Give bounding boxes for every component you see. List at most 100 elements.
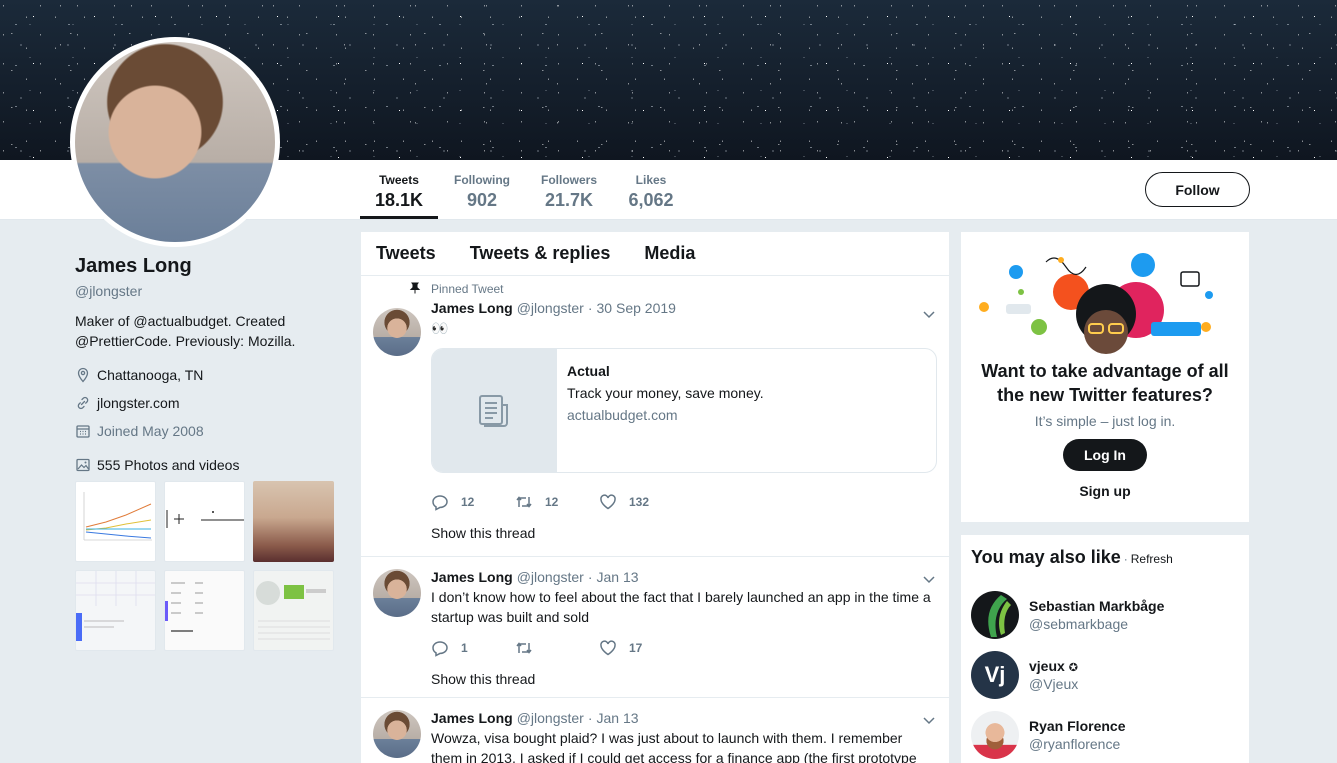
like-button[interactable]: 132 [599, 493, 683, 511]
suggested-user[interactable]: Sebastian Markbåge @sebmarkbage [971, 586, 1239, 644]
separator-dot: · [587, 300, 593, 316]
reply-icon [431, 493, 449, 511]
stat-value: 902 [466, 190, 498, 210]
tweet-author-handle[interactable]: @jlongster [517, 569, 584, 585]
tab-tweets-replies[interactable]: Tweets & replies [470, 243, 611, 264]
tab-tweets[interactable]: Tweets [376, 243, 436, 264]
suggested-user[interactable]: Vj vjeux ✪ @Vjeux [971, 646, 1239, 704]
user-handle[interactable]: @ryanflorence [1029, 736, 1125, 752]
retweet-count: 12 [545, 495, 559, 509]
wtf-title: You may also like [971, 547, 1121, 567]
tweet[interactable]: Pinned Tweet James Long @jlongster · 30 … [361, 276, 949, 557]
avatar-image [75, 42, 275, 242]
tweet-author-handle[interactable]: @jlongster [517, 710, 584, 726]
tweet-date[interactable]: 30 Sep 2019 [597, 300, 676, 316]
tweet-actions: 12 12 132 [431, 487, 937, 517]
profile-name[interactable]: James Long [75, 255, 345, 278]
media-thumbnail[interactable] [253, 570, 334, 651]
user-handle[interactable]: @sebmarkbage [1029, 616, 1164, 632]
profile-website[interactable]: jlongster.com [75, 393, 345, 413]
avatar-initials: Vj [984, 662, 1006, 687]
like-button[interactable]: 17 [599, 639, 683, 657]
promo-title: Want to take advantage of all the new Tw… [981, 361, 1229, 405]
tweet-author-handle[interactable]: @jlongster [517, 300, 584, 316]
media-thumbnail[interactable] [253, 481, 334, 562]
joined-text: Joined May 2008 [97, 423, 204, 439]
user-avatar[interactable] [971, 711, 1019, 759]
who-to-follow: You may also like · Refresh Sebastian Ma… [961, 535, 1249, 763]
card-description: Track your money, save money. [567, 385, 764, 401]
media-grid [75, 481, 345, 651]
login-button[interactable]: Log In [1063, 439, 1147, 471]
user-name-text: vjeux [1029, 658, 1065, 674]
stat-tweets[interactable]: Tweets 18.1K [360, 160, 438, 219]
retweet-icon [515, 639, 533, 657]
link-card[interactable]: Actual Track your money, save money. act… [431, 348, 937, 473]
link-icon [75, 395, 91, 411]
signup-link[interactable]: Sign up [961, 483, 1249, 499]
tweet-header: James Long @jlongster · Jan 13 [431, 567, 937, 587]
media-thumbnail[interactable] [164, 570, 245, 651]
profile-location: Chattanooga, TN [75, 365, 345, 385]
media-thumbnail[interactable] [75, 481, 156, 562]
like-count: 17 [629, 641, 643, 655]
retweet-icon [515, 493, 533, 511]
stat-followers[interactable]: Followers 21.7K [534, 160, 604, 219]
tweet-date[interactable]: Jan 13 [597, 569, 639, 585]
user-info: vjeux ✪ @Vjeux [1029, 658, 1078, 692]
tweet-author-name[interactable]: James Long [431, 710, 513, 726]
user-name[interactable]: vjeux ✪ [1029, 658, 1078, 674]
stat-following[interactable]: Following 902 [446, 160, 518, 219]
tweet[interactable]: James Long @jlongster · Jan 13 Wowza, vi… [361, 698, 949, 763]
media-thumbnail[interactable] [75, 570, 156, 651]
chevron-down-icon[interactable] [921, 571, 937, 587]
tweet-avatar[interactable] [373, 710, 421, 758]
user-avatar[interactable] [971, 591, 1019, 639]
chevron-down-icon[interactable] [921, 306, 937, 322]
website-link[interactable]: jlongster.com [97, 395, 179, 411]
tab-media[interactable]: Media [644, 243, 695, 264]
profile-card: James Long @jlongster Maker of @actualbu… [75, 255, 345, 651]
profile-handle[interactable]: @jlongster [75, 283, 345, 299]
suggested-user[interactable]: Ryan Florence @ryanflorence [971, 706, 1239, 763]
tweet[interactable]: James Long @jlongster · Jan 13 I don’t k… [361, 557, 949, 698]
user-avatar[interactable]: Vj [971, 651, 1019, 699]
show-thread-link[interactable]: Show this thread [431, 671, 937, 691]
stat-label: Tweets [379, 173, 419, 187]
photos-label: 555 Photos and videos [97, 457, 240, 473]
tweet-author-name[interactable]: James Long [431, 300, 513, 316]
card-url: actualbudget.com [567, 407, 678, 423]
tweet-timeline: Tweets Tweets & replies Media Pinned Twe… [361, 232, 949, 763]
tweet-avatar[interactable] [373, 308, 421, 356]
tweet-date[interactable]: Jan 13 [597, 710, 639, 726]
reply-button[interactable]: 12 [431, 493, 515, 511]
tweet-author-name[interactable]: James Long [431, 569, 513, 585]
stat-value: 21.7K [544, 190, 594, 210]
user-name[interactable]: Sebastian Markbåge [1029, 598, 1164, 614]
refresh-link[interactable]: Refresh [1131, 552, 1173, 566]
profile-bio: Maker of @actualbudget. Created @Prettie… [75, 313, 296, 349]
tweet-avatar[interactable] [373, 569, 421, 617]
pinned-text: Pinned Tweet [431, 282, 504, 296]
photos-videos-link[interactable]: 555 Photos and videos [75, 457, 345, 473]
retweet-button[interactable]: 12 [515, 493, 599, 511]
show-thread-link[interactable]: Show this thread [431, 525, 937, 545]
stat-likes[interactable]: Likes 6,062 [620, 160, 682, 219]
retweet-button[interactable] [515, 639, 599, 657]
pin-icon [409, 282, 423, 297]
image-icon [75, 457, 91, 473]
stat-value: 18.1K [374, 190, 424, 210]
user-name[interactable]: Ryan Florence [1029, 718, 1125, 734]
promo-subtitle: It’s simple – just log in. [1034, 413, 1176, 429]
location-text: Chattanooga, TN [97, 367, 204, 383]
heart-icon [599, 639, 617, 657]
chevron-down-icon[interactable] [921, 712, 937, 728]
document-icon [479, 394, 508, 427]
follow-button[interactable]: Follow [1145, 172, 1250, 207]
profile-avatar[interactable] [70, 37, 280, 247]
user-handle[interactable]: @Vjeux [1029, 676, 1078, 692]
reply-button[interactable]: 1 [431, 639, 515, 657]
login-promo: Want to take advantage of all the new Tw… [961, 232, 1249, 522]
media-thumbnail[interactable] [164, 481, 245, 562]
tweet-text: I don’t know how to feel about the fact … [431, 589, 931, 625]
